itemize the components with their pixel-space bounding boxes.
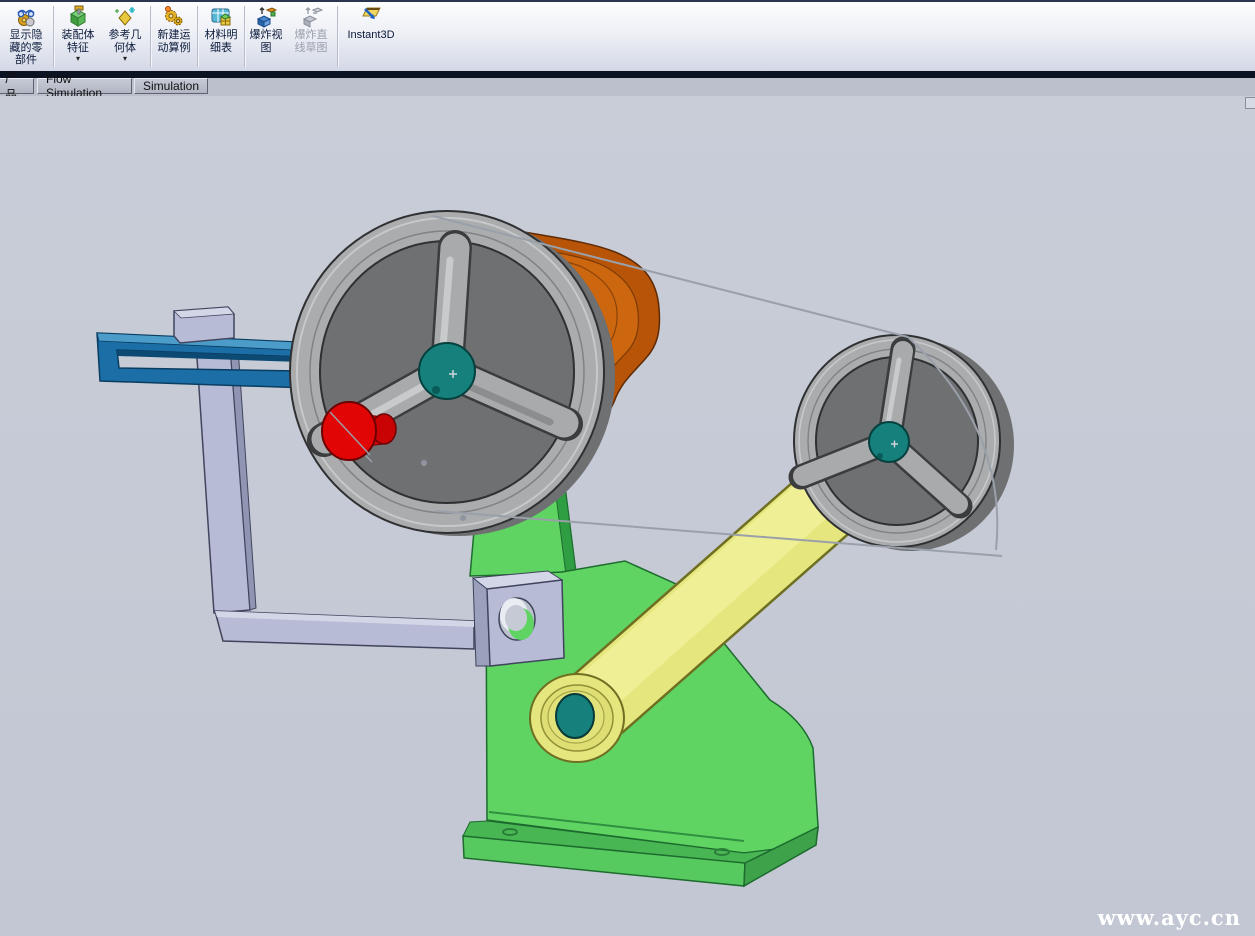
button-label: 材料明细表 (203, 29, 240, 54)
tab-bar: 产品 Flow Simulation Simulation (0, 78, 1255, 96)
reference-geometry-button[interactable]: 参考几何体 ▾ (101, 2, 149, 71)
toolbar-separator (53, 6, 54, 67)
assembly-model (0, 96, 1255, 936)
tab-simulation[interactable]: Simulation (134, 78, 208, 94)
button-label: 爆炸直线草图 (293, 29, 330, 54)
toolbar-separator (244, 6, 245, 67)
tab-product[interactable]: 产品 (0, 78, 34, 94)
command-toolbar: 显示隐藏的零部件 装配体特征 ▾ (0, 0, 1255, 78)
new-motion-study-icon (162, 5, 186, 29)
instant3d-button[interactable]: Instant3D (339, 2, 403, 71)
button-label: 参考几何体 (107, 29, 144, 54)
explode-line-sketch-button[interactable]: 爆炸直线草图 (286, 2, 336, 71)
exploded-view-icon (254, 5, 278, 29)
new-motion-study-button[interactable]: 新建运动算例 (152, 2, 196, 71)
button-label: Instant3D (347, 29, 394, 42)
exploded-view-button[interactable]: 爆炸视图 (246, 2, 286, 71)
reference-geometry-icon (113, 5, 137, 29)
toolbar-separator (197, 6, 198, 67)
assembly-features-button[interactable]: 装配体特征 ▾ (55, 2, 101, 71)
toolbar-separator (150, 6, 151, 67)
graphics-viewport[interactable]: www.ayc.cn (0, 96, 1255, 936)
button-label: 显示隐藏的零部件 (8, 29, 45, 67)
belt-vertex-dot (421, 460, 427, 466)
instant3d-icon (358, 5, 384, 29)
tab-flow-simulation[interactable]: Flow Simulation (37, 78, 132, 94)
bill-of-materials-icon (209, 5, 233, 29)
show-hidden-components-button[interactable]: 显示隐藏的零部件 (0, 2, 52, 71)
lavender-l-link-foot[interactable] (215, 571, 564, 666)
toolbar-separator (337, 6, 338, 67)
collapsed-panel-icon[interactable] (1245, 97, 1255, 109)
button-label: 新建运动算例 (156, 29, 193, 54)
button-label: 装配体特征 (60, 29, 97, 54)
button-label: 爆炸视图 (248, 29, 285, 54)
belt-vertex-dot (460, 515, 466, 521)
show-hidden-components-icon (14, 5, 38, 29)
assembly-features-icon (66, 5, 90, 29)
watermark: www.ayc.cn (1098, 905, 1241, 930)
dropdown-arrow-icon[interactable]: ▾ (76, 55, 80, 63)
dropdown-arrow-icon[interactable]: ▾ (123, 55, 127, 63)
solidworks-window: 显示隐藏的零部件 装配体特征 ▾ (0, 0, 1255, 936)
explode-line-sketch-icon (299, 5, 323, 29)
lavender-link-top-block[interactable] (174, 307, 234, 343)
bill-of-materials-button[interactable]: 材料明细表 (199, 2, 243, 71)
